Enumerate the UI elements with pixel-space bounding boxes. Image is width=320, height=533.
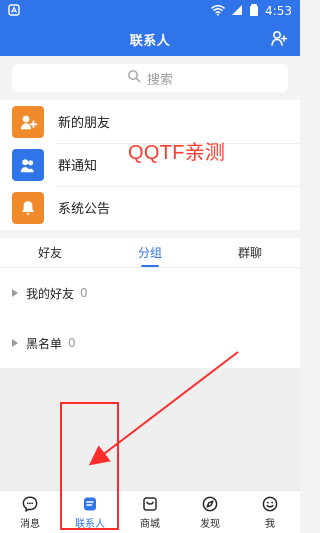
list-label-new-friends: 新的朋友 [58, 116, 111, 131]
status-bar: 4:53 [0, 0, 300, 22]
new-friend-icon [12, 105, 44, 138]
wifi-icon [211, 4, 225, 19]
group-name: 我的好友 [26, 286, 75, 301]
quick-list: 新的朋友 群通知 系统公告 [0, 100, 300, 230]
nav-label-me: 我 [265, 518, 275, 530]
expand-caret-icon [12, 339, 18, 347]
add-user-icon [270, 29, 288, 51]
group-row-blacklist[interactable]: 黑名单 0 [0, 318, 300, 368]
nav-label-discover: 发现 [200, 518, 220, 530]
message-icon [21, 495, 39, 513]
compass-icon [201, 495, 219, 513]
tab-groups[interactable]: 分组 [100, 238, 200, 267]
bell-icon [12, 191, 44, 224]
search-input[interactable]: 搜索 [12, 64, 288, 92]
nav-item-discover[interactable]: 发现 [180, 491, 240, 533]
group-count: 0 [68, 336, 76, 350]
nav-label-shop: 商城 [140, 518, 160, 530]
bottom-nav: 消息 联系人 商城 发现 我 [0, 490, 300, 533]
list-item-system-announcement[interactable]: 系统公告 [0, 186, 300, 229]
tab-group-chats[interactable]: 群聊 [200, 238, 300, 267]
status-left [8, 3, 20, 19]
page-title: 联系人 [129, 33, 171, 49]
app-badge-icon [8, 3, 20, 19]
group-notice-icon [12, 148, 44, 181]
status-right: 4:53 [211, 3, 292, 20]
smile-icon [261, 495, 279, 513]
group-row-my-friends[interactable]: 我的好友 0 [0, 268, 300, 318]
header: 联系人 [0, 22, 300, 56]
tab-label-group-chats: 群聊 [237, 246, 262, 260]
group-list: 我的好友 0 黑名单 0 [0, 268, 300, 368]
watermark-text: QQTF亲测 [128, 142, 226, 164]
nav-item-contacts[interactable]: 联系人 [60, 491, 120, 533]
expand-caret-icon [12, 289, 18, 297]
status-time: 4:53 [265, 4, 292, 18]
list-label-system-announcement: 系统公告 [58, 202, 111, 217]
search-placeholder: 搜索 [146, 72, 173, 88]
list-label-group-notice: 群通知 [58, 159, 98, 174]
nav-label-contacts: 联系人 [75, 518, 105, 530]
group-name: 黑名单 [26, 336, 63, 351]
add-user-button[interactable] [268, 29, 290, 51]
tab-label-groups: 分组 [137, 246, 162, 260]
group-count: 0 [80, 286, 88, 300]
nav-item-shop[interactable]: 商城 [120, 491, 180, 533]
tab-label-friends: 好友 [37, 246, 62, 260]
nav-item-messages[interactable]: 消息 [0, 491, 60, 533]
nav-label-messages: 消息 [20, 518, 40, 530]
shop-icon [141, 495, 159, 513]
tab-friends[interactable]: 好友 [0, 238, 100, 267]
nav-item-me[interactable]: 我 [240, 491, 300, 533]
contacts-icon [81, 495, 99, 513]
search-area: 搜索 [0, 56, 300, 100]
search-icon [127, 69, 141, 87]
battery-icon [249, 3, 259, 20]
signal-icon [231, 4, 243, 19]
content-empty-area [0, 368, 300, 490]
contact-tabs: 好友 分组 群聊 [0, 238, 300, 268]
